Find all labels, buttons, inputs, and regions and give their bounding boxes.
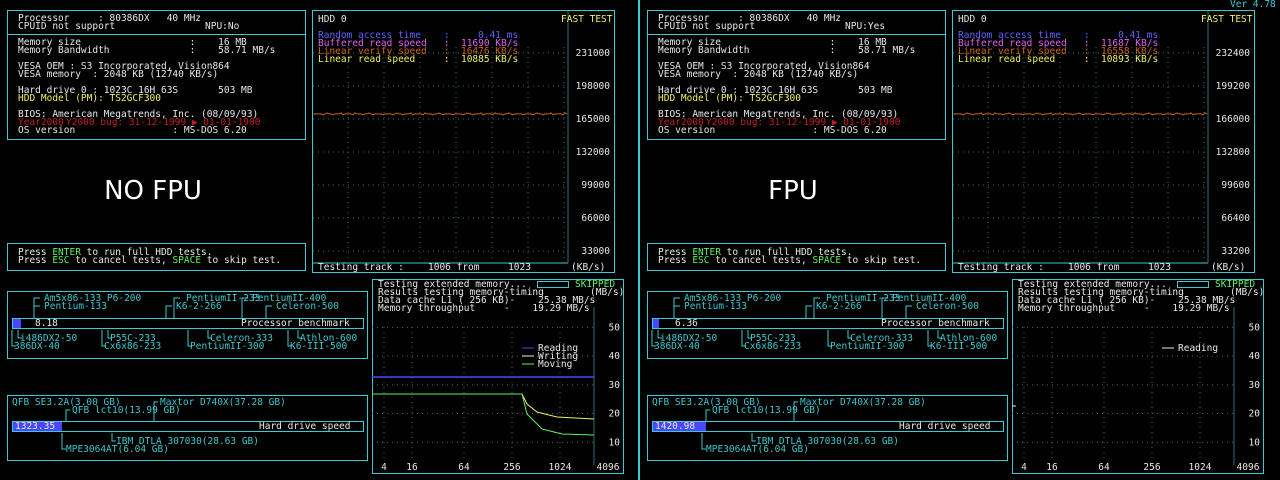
- hdd-tick-label: 198000: [576, 81, 611, 92]
- memory-throughput: Memory throughput - 19.29 MB/s: [378, 303, 590, 314]
- memory-x-tick: 256: [1143, 462, 1160, 473]
- memory-x-tick: 4: [1021, 462, 1027, 473]
- memory-throughput: Memory throughput - 19.29 MB/s: [1018, 303, 1230, 314]
- memory-x-tick: 4: [381, 462, 387, 473]
- memory-x-tick: 256: [503, 462, 520, 473]
- memory-y-tick: 20: [1249, 409, 1261, 420]
- memory-x-tick: 64: [1098, 462, 1110, 473]
- hdd-tick-label: 99000: [581, 180, 610, 191]
- disk-benchmark-lines: [61, 401, 158, 450]
- memory-x-tick: 64: [458, 462, 470, 473]
- memory-y-tick: 30: [1249, 380, 1261, 391]
- disk-ref-connector: [153, 401, 158, 421]
- hdd-tick-label: 166000: [1216, 114, 1251, 125]
- writing-series-line: [372, 393, 595, 420]
- memory-y-tick: 10: [1249, 437, 1261, 448]
- memory-x-tick: 16: [1046, 462, 1058, 473]
- memory-units: (MB/s): [1230, 287, 1265, 298]
- fast-test-label: FAST TEST: [1201, 14, 1253, 25]
- memory-legend-label: Moving: [538, 359, 572, 370]
- hdd-tick-label: 132000: [576, 147, 611, 158]
- hdd-tick-label: 33000: [581, 246, 610, 257]
- memory-x-tick: 4096: [1237, 462, 1260, 473]
- memory-legend-label: Reading: [1178, 343, 1218, 354]
- disk-ref-connector: [705, 409, 710, 421]
- hdd-tick-label: 132800: [1216, 147, 1251, 158]
- moving-series-line: [372, 393, 595, 436]
- hdd-tick-label: 199200: [1216, 81, 1251, 92]
- testing-track-value: 1006 from 1023: [428, 262, 531, 273]
- memory-y-tick: 40: [609, 351, 621, 362]
- memory-x-tick: 1024: [549, 462, 572, 473]
- hdd-tick-label: 33200: [1221, 246, 1250, 257]
- disk-ref-connector: [793, 401, 798, 421]
- disk-ref-connector: [751, 433, 756, 442]
- disk-ref-connector: [111, 433, 116, 442]
- memory-y-tick: 20: [609, 409, 621, 420]
- hdd-tick-label: 232400: [1216, 48, 1251, 59]
- memory-x-tick: 4096: [597, 462, 620, 473]
- hdd-tick-label: 99600: [1221, 180, 1250, 191]
- memory-units: (MB/s): [590, 287, 625, 298]
- hdd-tick-label: 66400: [1221, 213, 1250, 224]
- memory-y-tick: 30: [609, 380, 621, 391]
- benchmark-panel: Processor : 80386DX 40 MHz CPUID not sup…: [0, 0, 638, 480]
- testing-track-value: 1006 from 1023: [1068, 262, 1171, 273]
- hdd-units: (KB/s): [1211, 262, 1246, 273]
- memory-y-tick: 40: [1249, 351, 1261, 362]
- hdd-units: (KB/s): [571, 262, 606, 273]
- disk-benchmark-lines: [701, 401, 798, 450]
- memory-y-tick: 50: [609, 322, 621, 333]
- disk-ref-connector: [61, 433, 66, 450]
- hdd-tick-label: 231000: [576, 48, 611, 59]
- fast-test-label: FAST TEST: [561, 14, 613, 25]
- hdd-tick-label: 66000: [581, 213, 610, 224]
- memory-y-tick: 50: [1249, 322, 1261, 333]
- disk-ref-connector: [65, 409, 70, 421]
- hdd-tick-label: 165000: [576, 114, 611, 125]
- memory-x-tick: 1024: [1189, 462, 1212, 473]
- disk-ref-connector: [701, 433, 706, 450]
- benchmark-panel: Processor : 80386DX 40 MHz CPUID not sup…: [640, 0, 1278, 480]
- memory-x-tick: 16: [406, 462, 418, 473]
- memory-y-tick: 10: [609, 437, 621, 448]
